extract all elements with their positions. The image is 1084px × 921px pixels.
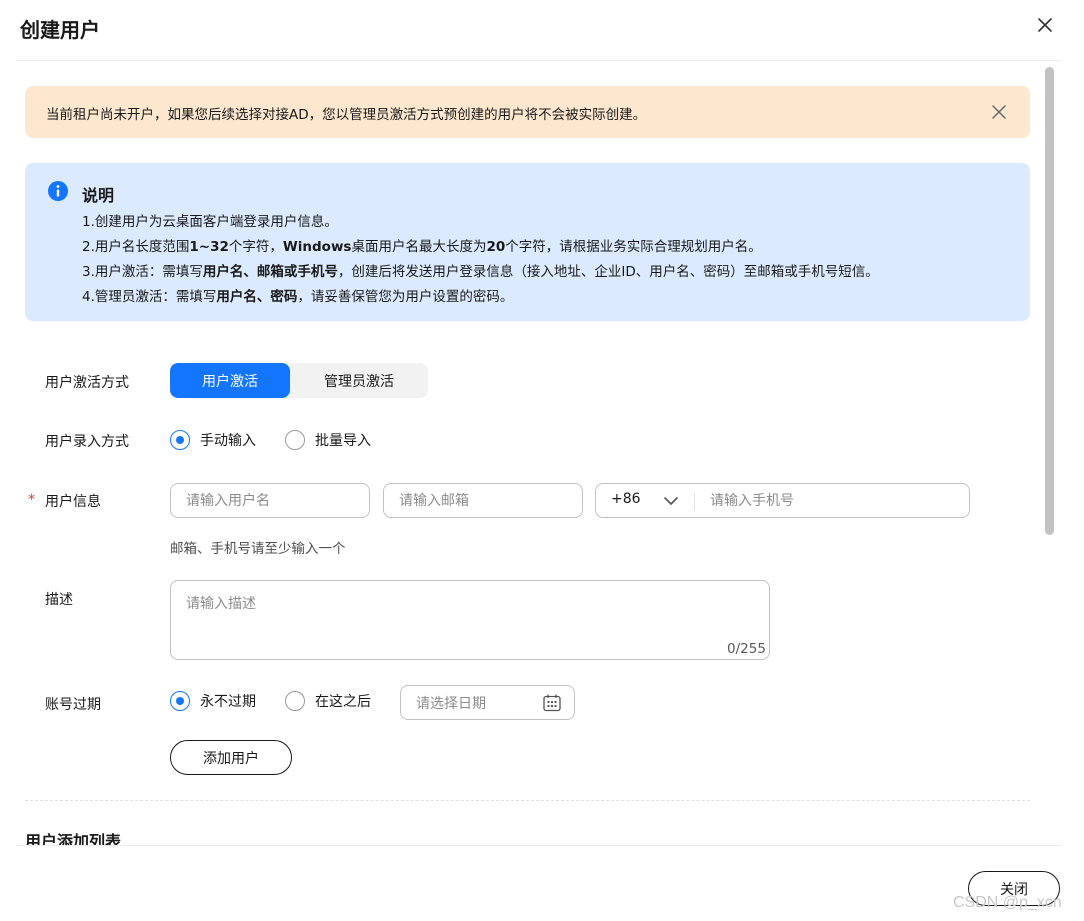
chevron-down-icon[interactable] (664, 496, 678, 506)
date-placeholder: 请选择日期 (416, 696, 486, 712)
footer-divider (16, 845, 1060, 846)
phone-field-group: +86 (595, 483, 970, 518)
activation-option-admin[interactable]: 管理员激活 (290, 363, 428, 398)
email-input[interactable] (383, 483, 583, 518)
country-code-select[interactable]: +86 (611, 491, 641, 507)
user-info-label: 用户信息 (45, 494, 101, 510)
user-list-title: 用户添加列表 (25, 832, 122, 845)
info-title: 说明 (82, 186, 115, 205)
info-line: 3.用户激活：需填写用户名、邮箱或手机号，创建后将发送用户登录信息（接入地址、企… (82, 264, 879, 280)
description-label: 描述 (45, 592, 73, 608)
warning-banner: 当前租户尚未开户，如果您后续选择对接AD，您以管理员激活方式预创建的用户将不会被… (25, 86, 1030, 138)
radio-batch-import[interactable] (285, 430, 305, 450)
close-icon[interactable] (1034, 14, 1056, 36)
entry-method-label: 用户录入方式 (45, 434, 129, 450)
radio-expire-after[interactable] (285, 691, 305, 711)
description-counter: 0/255 (727, 641, 766, 657)
info-line: 4.管理员激活：需填写用户名、密码，请妥善保管您为用户设置的密码。 (82, 289, 514, 305)
info-line: 1.创建用户为云桌面客户端登录用户信息。 (82, 214, 338, 230)
phone-input[interactable] (695, 484, 965, 517)
dialog-body: 当前租户尚未开户，如果您后续选择对接AD，您以管理员激活方式预创建的用户将不会被… (0, 61, 1044, 845)
radio-batch-import-label[interactable]: 批量导入 (315, 430, 371, 450)
radio-never-expire-label[interactable]: 永不过期 (200, 691, 256, 711)
scrollbar-thumb[interactable] (1045, 67, 1054, 535)
activation-segmented-control: 用户激活 管理员激活 (170, 363, 428, 398)
username-input[interactable] (170, 483, 370, 518)
activation-option-user[interactable]: 用户激活 (170, 363, 290, 398)
expiry-date-picker[interactable]: 请选择日期 (400, 685, 575, 720)
watermark: CSDN @p_xcn (953, 894, 1062, 911)
required-mark: * (28, 492, 35, 508)
radio-expire-after-label[interactable]: 在这之后 (315, 691, 371, 711)
expiry-label: 账号过期 (45, 697, 101, 713)
info-icon (48, 181, 68, 201)
info-box: 说明 1.创建用户为云桌面客户端登录用户信息。 2.用户名长度范围1~32个字符… (25, 163, 1030, 321)
activation-label: 用户激活方式 (45, 375, 129, 391)
radio-manual-input[interactable] (170, 430, 190, 450)
radio-manual-input-label[interactable]: 手动输入 (200, 430, 256, 450)
dialog-title: 创建用户 (20, 18, 100, 42)
add-user-button[interactable]: 添加用户 (170, 740, 292, 775)
contact-hint: 邮箱、手机号请至少输入一个 (170, 541, 346, 557)
description-textarea[interactable] (170, 580, 770, 660)
section-divider (25, 800, 1030, 801)
info-line: 2.用户名长度范围1~32个字符，Windows桌面用户名最大长度为20个字符，… (82, 239, 762, 255)
radio-never-expire[interactable] (170, 691, 190, 711)
calendar-icon[interactable] (542, 693, 562, 713)
warning-text: 当前租户尚未开户，如果您后续选择对接AD，您以管理员激活方式预创建的用户将不会被… (46, 107, 647, 123)
close-icon[interactable] (991, 104, 1007, 120)
